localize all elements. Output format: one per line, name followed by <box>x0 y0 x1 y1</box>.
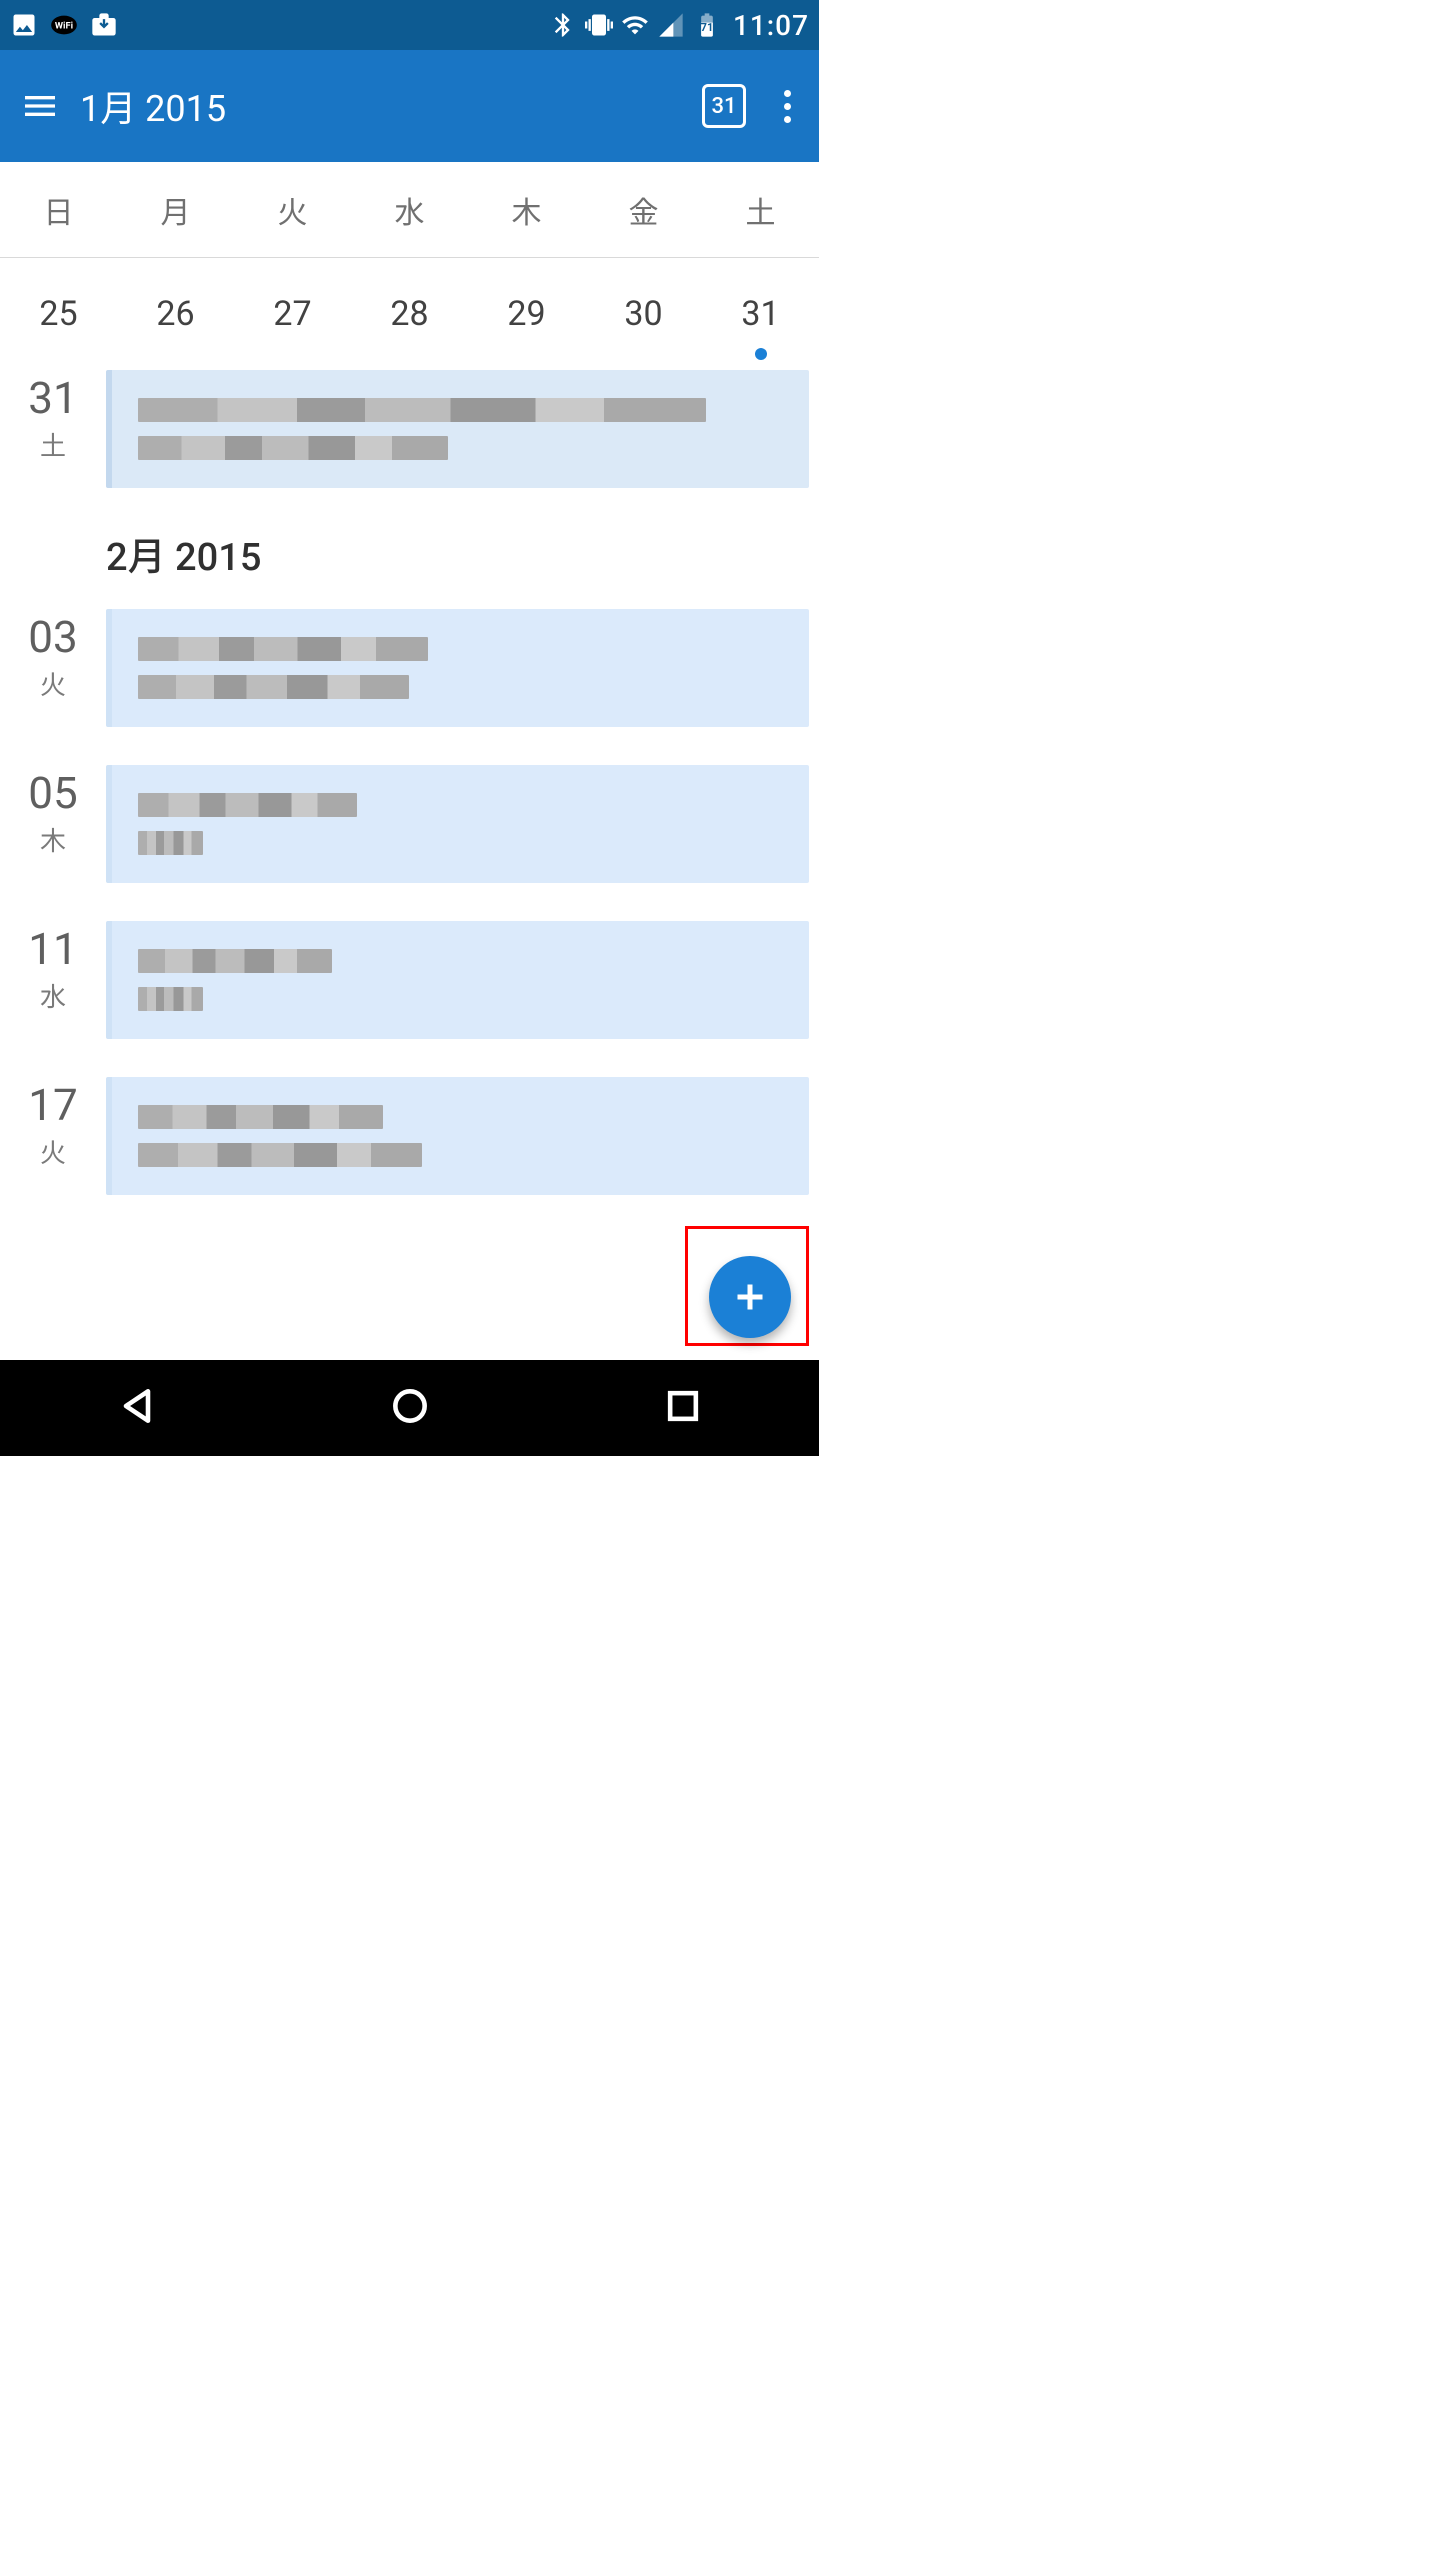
system-nav-bar <box>0 1360 819 1456</box>
weekday-mon: 月 <box>117 162 234 257</box>
redacted-text <box>138 949 332 973</box>
weekday-wed: 水 <box>351 162 468 257</box>
agenda-date: 11 水 <box>0 921 106 1039</box>
redacted-text <box>138 987 203 1011</box>
agenda-item[interactable]: 17 火 <box>0 1077 819 1195</box>
agenda-item[interactable]: 11 水 <box>0 921 819 1039</box>
recents-button[interactable] <box>661 1384 705 1432</box>
play-store-icon <box>90 11 118 39</box>
today-button[interactable]: 31 <box>702 84 746 128</box>
redacted-text <box>138 1105 383 1129</box>
event-card[interactable] <box>106 370 809 488</box>
redacted-text <box>138 675 409 699</box>
agenda-day-weekday: 火 <box>0 1133 106 1170</box>
agenda-day-number: 05 <box>0 771 106 815</box>
date-cell[interactable]: 31 <box>702 258 819 370</box>
weekday-header: 日 月 火 水 木 金 土 <box>0 162 819 258</box>
event-card[interactable] <box>106 921 809 1039</box>
weekday-fri: 金 <box>585 162 702 257</box>
redacted-text <box>138 793 357 817</box>
event-dot-icon <box>755 348 767 360</box>
date-cell[interactable]: 29 <box>468 258 585 370</box>
week-date-strip: 25 26 27 28 29 30 31 <box>0 258 819 370</box>
weekday-sat: 土 <box>702 162 819 257</box>
redacted-text <box>138 831 203 855</box>
weekday-sun: 日 <box>0 162 117 257</box>
app-toolbar: 1月 2015 31 <box>0 50 819 162</box>
agenda-day-weekday: 水 <box>0 977 106 1014</box>
svg-text:WiFi: WiFi <box>55 21 73 32</box>
agenda-item[interactable]: 03 火 <box>0 609 819 727</box>
agenda-day-number: 03 <box>0 615 106 659</box>
month-separator: 2月 2015 <box>106 526 819 581</box>
home-button[interactable] <box>388 1384 432 1432</box>
agenda-day-weekday: 木 <box>0 821 106 858</box>
redacted-text <box>138 398 706 422</box>
hamburger-icon[interactable] <box>20 86 60 126</box>
agenda-date: 03 火 <box>0 609 106 727</box>
status-bar: WiFi 71 11:07 <box>0 0 819 50</box>
agenda-date: 17 火 <box>0 1077 106 1195</box>
date-cell[interactable]: 30 <box>585 258 702 370</box>
agenda-list[interactable]: 31 土 2月 2015 03 火 05 木 <box>0 370 819 1331</box>
agenda-day-weekday: 土 <box>0 426 106 463</box>
plus-icon <box>730 1277 770 1317</box>
date-cell[interactable]: 26 <box>117 258 234 370</box>
event-card[interactable] <box>106 609 809 727</box>
wifi-icon <box>621 11 649 39</box>
vibrate-icon <box>585 11 613 39</box>
wifi-badge-icon: WiFi <box>50 11 78 39</box>
back-button[interactable] <box>115 1384 159 1432</box>
gallery-icon <box>10 11 38 39</box>
toolbar-title[interactable]: 1月 2015 <box>80 80 702 132</box>
date-cell[interactable]: 25 <box>0 258 117 370</box>
bluetooth-icon <box>549 11 577 39</box>
status-clock: 11:07 <box>733 9 809 42</box>
agenda-item[interactable]: 05 木 <box>0 765 819 883</box>
battery-icon: 71 <box>693 11 721 39</box>
redacted-text <box>138 1143 422 1167</box>
agenda-date: 31 土 <box>0 370 106 488</box>
agenda-date: 05 木 <box>0 765 106 883</box>
agenda-item[interactable]: 31 土 <box>0 370 819 488</box>
agenda-day-number: 31 <box>0 376 106 420</box>
weekday-tue: 火 <box>234 162 351 257</box>
agenda-day-number: 11 <box>0 927 106 971</box>
agenda-day-weekday: 火 <box>0 665 106 702</box>
event-card[interactable] <box>106 1077 809 1195</box>
signal-icon <box>657 11 685 39</box>
agenda-day-number: 17 <box>0 1083 106 1127</box>
redacted-text <box>138 436 448 460</box>
weekday-thu: 木 <box>468 162 585 257</box>
event-card[interactable] <box>106 765 809 883</box>
overflow-menu-icon[interactable] <box>776 90 799 123</box>
battery-level: 71 <box>693 21 721 34</box>
add-event-button[interactable] <box>709 1256 791 1338</box>
redacted-text <box>138 637 428 661</box>
date-cell[interactable]: 28 <box>351 258 468 370</box>
date-cell[interactable]: 27 <box>234 258 351 370</box>
